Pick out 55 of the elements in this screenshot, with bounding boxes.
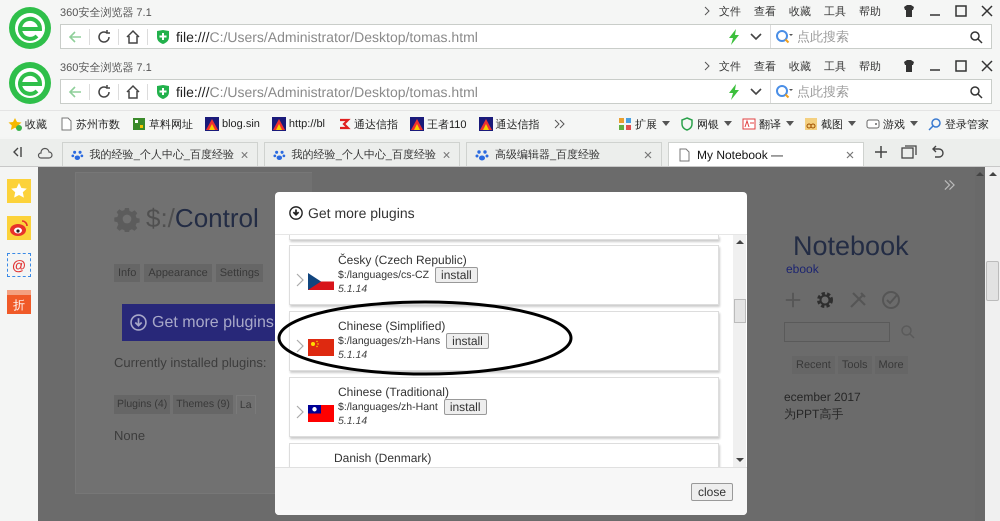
bookmark-item[interactable]: 王者110 [410, 116, 467, 132]
address-bar[interactable]: file:///C:/Users/Administrator/Desktop/tomas.html 点此搜索 [60, 24, 992, 49]
menu-item[interactable]: 查看 [754, 58, 776, 74]
bookmark-item[interactable]: 苏州市数 [59, 116, 120, 132]
browser-tab[interactable]: 高级编辑器_百度经验 [466, 142, 662, 166]
address-bar[interactable]: file:///C:/Users/Administrator/Desktop/tomas.html 点此搜索 [60, 79, 992, 104]
extension-button[interactable]: 游戏 [866, 116, 905, 132]
extension-button[interactable]: 网银 [680, 116, 719, 132]
plugin-path: $:/languages/zh-Hant [338, 401, 438, 413]
plugin-name: Česky (Czech Republic) [338, 253, 468, 267]
plugin-version: 5.1.14 [338, 349, 368, 361]
extension-button[interactable]: 截图 [804, 116, 843, 132]
close-button[interactable]: close [690, 482, 733, 500]
bookmark-item[interactable]: http://bl [272, 117, 325, 131]
window-title: 360安全浏览器 7.1 [60, 6, 152, 20]
dialog-title: Get more plugins [308, 205, 415, 221]
plugin-version: 5.1.14 [338, 415, 368, 427]
browser-tab[interactable]: 我的经验_个人中心_百度经验 [264, 142, 460, 166]
plugin-name: Chinese (Simplified) [338, 319, 446, 333]
url-text: file:///C:/Users/Administrator/Desktop/tomas.html [176, 84, 479, 100]
search-field[interactable]: 点此搜索 [795, 28, 967, 45]
menu-item[interactable]: 工具 [824, 4, 846, 18]
menu-item[interactable]: 文件 [719, 58, 741, 74]
bookmark-item[interactable]: blog.sin [205, 117, 260, 131]
bookmark-item[interactable]: 草料网址 [132, 116, 193, 132]
notebook-title: Notebook [793, 231, 910, 262]
install-button[interactable]: install [435, 267, 478, 283]
window-title: 360安全浏览器 7.1 [60, 60, 152, 74]
date-heading: ecember 2017 [784, 390, 862, 404]
plugin-version: 5.1.14 [338, 283, 368, 295]
menu-item[interactable]: 工具 [824, 58, 846, 74]
plugin-path: $:/languages/cs-CZ [338, 269, 430, 281]
menu-item[interactable]: 查看 [754, 4, 776, 18]
plugin-name: Chinese (Traditional) [338, 385, 450, 399]
menu-item[interactable]: 帮助 [859, 4, 881, 18]
extension-button[interactable]: 翻译 [742, 116, 781, 132]
menu-item[interactable]: 收藏 [789, 4, 811, 18]
menu-item[interactable]: 帮助 [859, 58, 881, 74]
search-field[interactable]: 点此搜索 [795, 83, 967, 100]
page-title: $:/Control [146, 203, 259, 234]
plugin-name: Danish (Denmark) [334, 451, 432, 465]
browser-tab[interactable]: 我的经验_个人中心_百度经验 [62, 142, 258, 166]
menu-item[interactable]: 文件 [719, 4, 741, 18]
browser-tab[interactable]: My Notebook — [668, 142, 864, 166]
mail-icon[interactable]: @ [7, 253, 31, 277]
bookmark-item[interactable]: 通达信指 [337, 116, 398, 132]
extension-button[interactable]: 扩展 [618, 116, 657, 132]
install-button[interactable]: install [446, 333, 489, 349]
bookmark-item[interactable]: 收藏 [8, 116, 47, 132]
install-button[interactable]: install [444, 399, 487, 415]
url-text: file:///C:/Users/Administrator/Desktop/tomas.html [176, 28, 479, 44]
bookmark-item[interactable]: 通达信指 [478, 116, 540, 132]
menu-item[interactable]: 收藏 [789, 58, 811, 74]
plugin-path: $:/languages/zh-Hans [338, 335, 440, 347]
extension-button[interactable]: 登录管家 [928, 116, 989, 132]
